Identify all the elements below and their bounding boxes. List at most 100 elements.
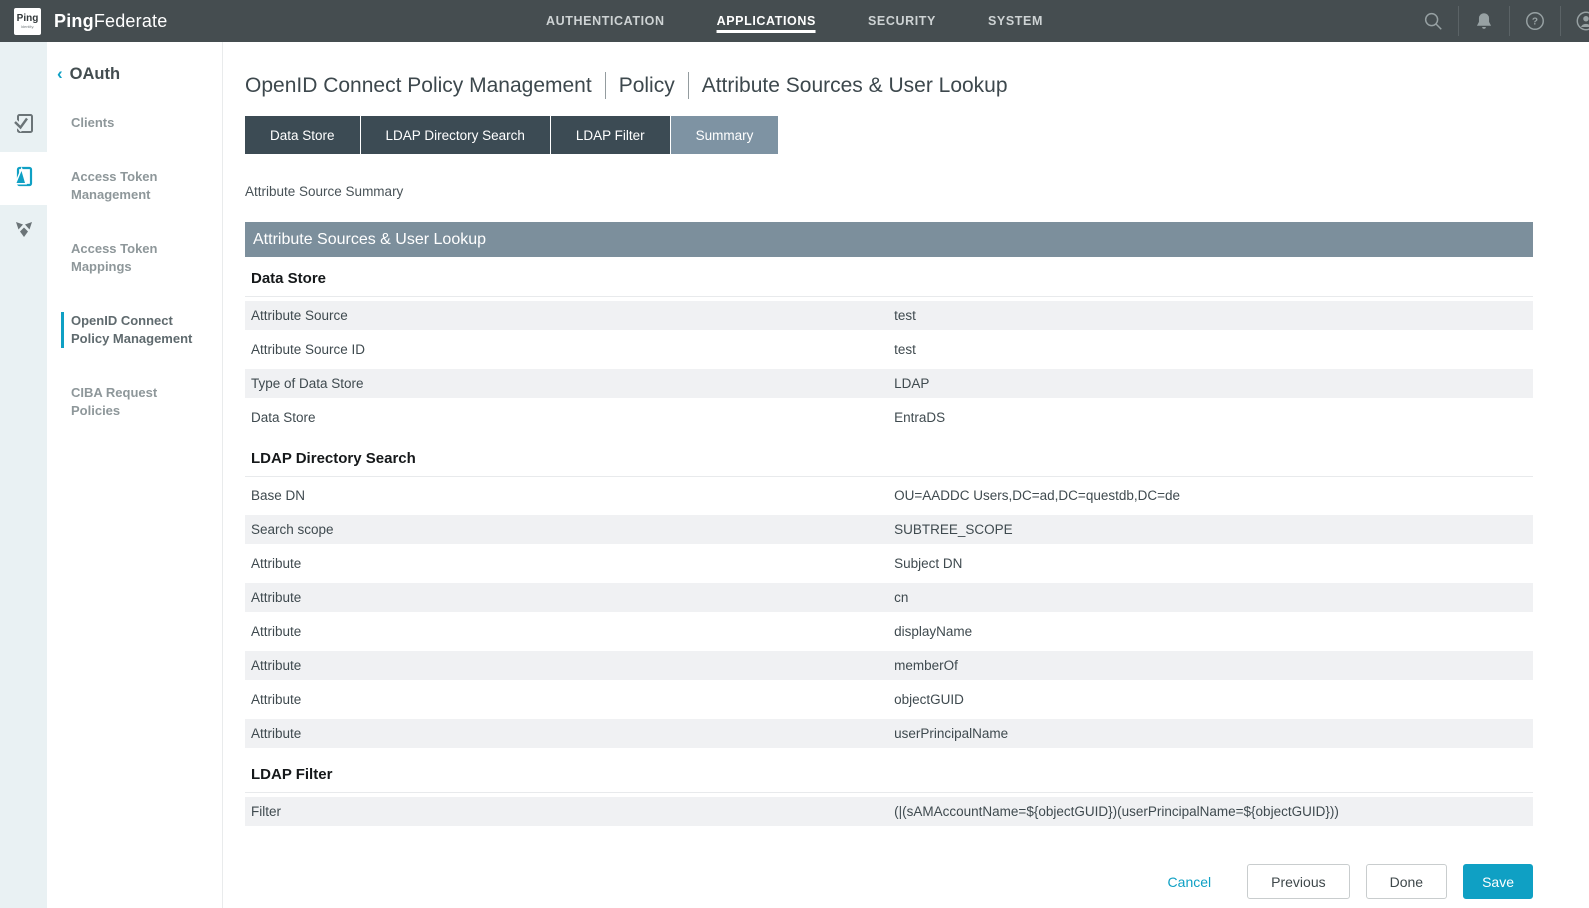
header-divider — [1509, 6, 1510, 36]
top-nav: AUTHENTICATION APPLICATIONS SECURITY SYSTEM — [546, 0, 1043, 42]
app-title-light: Federate — [94, 11, 168, 31]
ping-logo-text: Ping — [17, 14, 39, 24]
sidebar-item-access-token-mappings[interactable]: Access Token Mappings — [61, 240, 196, 276]
table-section: LDAP Directory Search Base DN OU=AADDC U… — [245, 437, 1533, 748]
rail-item-access-token[interactable] — [0, 152, 47, 205]
row-value: OU=AADDC Users,DC=ad,DC=questdb,DC=de — [894, 488, 1180, 503]
table-row: Attribute Source ID test — [245, 335, 1533, 364]
section-title: Data Store — [245, 257, 1533, 297]
row-value: test — [894, 342, 916, 357]
summary-table-header: Attribute Sources & User Lookup — [245, 222, 1533, 257]
save-button[interactable]: Save — [1463, 864, 1533, 899]
sidebar-item-openid-connect-policy-management[interactable]: OpenID Connect Policy Management — [61, 312, 196, 348]
table-row: Type of Data Store LDAP — [245, 369, 1533, 398]
svg-text:?: ? — [1532, 17, 1538, 28]
table-row: Data Store EntraDS — [245, 403, 1533, 432]
row-label: Attribute — [251, 692, 301, 707]
sidebar-back-label: OAuth — [70, 65, 120, 84]
top-header: Ping Identity. PingFederate AUTHENTICATI… — [0, 0, 1589, 42]
breadcrumb-separator — [605, 72, 606, 99]
user-avatar-icon[interactable] — [1575, 10, 1589, 32]
table-row: Search scope SUBTREE_SCOPE — [245, 515, 1533, 544]
app-title: PingFederate — [54, 11, 167, 32]
table-row: Attribute objectGUID — [245, 685, 1533, 714]
row-label: Filter — [251, 804, 281, 819]
page-body: ‹ OAuth Clients Access Token Management Ac… — [0, 42, 1589, 908]
table-row: Attribute userPrincipalName — [245, 719, 1533, 748]
tab-data-store[interactable]: Data Store — [245, 116, 360, 154]
notifications-bell-icon[interactable] — [1473, 10, 1495, 32]
rail-item-mappings[interactable] — [0, 205, 47, 258]
sidebar-item-ciba-request-policies[interactable]: CIBA Request Policies — [61, 384, 196, 420]
tab-summary[interactable]: Summary — [671, 116, 779, 154]
row-label: Attribute — [251, 556, 301, 571]
chevron-left-icon: ‹ — [57, 64, 63, 84]
header-icons: ? — [1408, 0, 1589, 42]
footer-actions: Cancel Previous Done Save — [245, 864, 1533, 899]
ping-logo-subtext: Identity. — [21, 24, 35, 29]
row-label: Search scope — [251, 522, 334, 537]
previous-button[interactable]: Previous — [1247, 864, 1349, 899]
top-nav-item-security[interactable]: SECURITY — [868, 10, 936, 32]
help-icon[interactable]: ? — [1524, 10, 1546, 32]
row-label: Data Store — [251, 410, 316, 425]
done-button[interactable]: Done — [1366, 864, 1447, 899]
sidebar-item-clients[interactable]: Clients — [61, 114, 196, 132]
row-value: objectGUID — [894, 692, 964, 707]
row-label: Attribute Source ID — [251, 342, 365, 357]
sidebar-item-access-token-management[interactable]: Access Token Management — [61, 168, 196, 204]
row-label: Attribute — [251, 726, 301, 741]
row-value: EntraDS — [894, 410, 945, 425]
icon-rail — [0, 42, 47, 908]
row-value: test — [894, 308, 916, 323]
row-label: Type of Data Store — [251, 376, 364, 391]
section-title: LDAP Directory Search — [245, 437, 1533, 477]
cancel-link[interactable]: Cancel — [1168, 874, 1212, 890]
sidebar-items: Clients Access Token Management Access Tok… — [47, 114, 222, 420]
row-value: (|(sAMAccountName=${objectGUID})(userPri… — [894, 804, 1339, 819]
sidebar-back-oauth[interactable]: ‹ OAuth — [57, 64, 222, 84]
wizard-tabs: Data StoreLDAP Directory SearchLDAP Filt… — [245, 116, 1533, 154]
section-title: LDAP Filter — [245, 753, 1533, 793]
row-label: Base DN — [251, 488, 305, 503]
main-content: OpenID Connect Policy Management Policy At… — [223, 42, 1589, 908]
token-bookmark-icon — [12, 164, 36, 193]
row-value: displayName — [894, 624, 972, 639]
table-section: Data Store Attribute Source test Attribu… — [245, 257, 1533, 432]
summary-table: Attribute Sources & User Lookup Data Sto… — [245, 222, 1533, 826]
row-value: Subject DN — [894, 556, 962, 571]
header-divider — [1458, 6, 1459, 36]
table-row: Attribute cn — [245, 583, 1533, 612]
table-row: Base DN OU=AADDC Users,DC=ad,DC=questdb,… — [245, 481, 1533, 510]
row-value: cn — [894, 590, 908, 605]
brand: Ping Identity. PingFederate — [14, 8, 167, 35]
breadcrumb-segment: Policy — [619, 74, 675, 98]
tab-ldap-directory-search[interactable]: LDAP Directory Search — [361, 116, 550, 154]
rail-item-clients[interactable] — [0, 99, 47, 152]
top-nav-item-authentication[interactable]: AUTHENTICATION — [546, 10, 665, 32]
tab-ldap-filter[interactable]: LDAP Filter — [551, 116, 670, 154]
search-icon[interactable] — [1422, 10, 1444, 32]
row-value: memberOf — [894, 658, 958, 673]
app-title-bold: Ping — [54, 11, 94, 31]
table-row: Attribute displayName — [245, 617, 1533, 646]
row-label: Attribute — [251, 590, 301, 605]
sidebar: ‹ OAuth Clients Access Token Management Ac… — [47, 42, 223, 908]
clipboard-check-icon — [12, 111, 36, 140]
breadcrumb-segment: Attribute Sources & User Lookup — [702, 74, 1008, 98]
top-nav-item-system[interactable]: SYSTEM — [988, 10, 1043, 32]
ping-logo: Ping Identity. — [14, 8, 41, 35]
header-divider — [1560, 6, 1561, 36]
row-label: Attribute — [251, 624, 301, 639]
summary-label: Attribute Source Summary — [245, 184, 1533, 199]
table-row: Attribute memberOf — [245, 651, 1533, 680]
table-section: LDAP Filter Filter (|(sAMAccountName=${o… — [245, 753, 1533, 826]
breadcrumb-segment: OpenID Connect Policy Management — [245, 74, 592, 98]
row-label: Attribute Source — [251, 308, 348, 323]
mappings-shield-icon — [12, 217, 36, 246]
table-row: Attribute Source test — [245, 301, 1533, 330]
breadcrumb: OpenID Connect Policy Management Policy At… — [245, 72, 1533, 99]
breadcrumb-separator — [688, 72, 689, 99]
top-nav-item-applications[interactable]: APPLICATIONS — [717, 10, 816, 33]
table-row: Filter (|(sAMAccountName=${objectGUID})(… — [245, 797, 1533, 826]
